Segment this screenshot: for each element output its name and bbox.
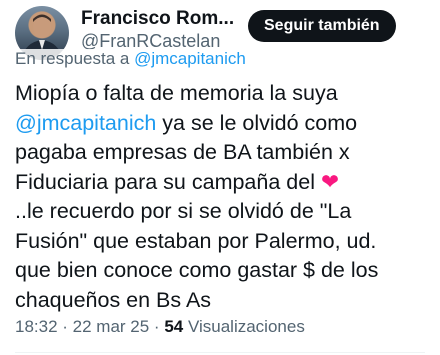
tweet-text-segment: ya se le olvidó como bbox=[156, 110, 358, 135]
mention-link[interactable]: @jmcapitanich bbox=[15, 111, 156, 135]
tweet-line: que bien conoce como gastar $ de los bbox=[15, 258, 379, 282]
tweet-line: ..le recuerdo por si se olvidó de "La bbox=[15, 199, 352, 223]
tweet-line: pagaba empresas de BA también x bbox=[15, 140, 350, 164]
divider bbox=[15, 352, 425, 353]
meta-separator: · bbox=[149, 317, 165, 336]
views-label: Visualizaciones bbox=[183, 317, 305, 336]
tweet-line: chaqueños en Bs As bbox=[15, 287, 212, 312]
meta-separator: · bbox=[57, 317, 73, 336]
tweet-date[interactable]: 22 mar 25 bbox=[73, 317, 150, 336]
tweet-time[interactable]: 18:32 bbox=[15, 317, 58, 336]
tweet-line: Miopía o falta de memoria la suya bbox=[15, 81, 338, 105]
tweet-line: @jmcapitanich ya se le olvidó como bbox=[15, 109, 427, 139]
follow-button[interactable]: Seguir también bbox=[248, 10, 396, 42]
heart-icon: ❤ bbox=[320, 169, 339, 194]
reply-mention-link[interactable]: @jmcapitanich bbox=[134, 49, 246, 68]
tweet-text-segment: Fiduciaria para su campaña del bbox=[15, 169, 321, 194]
tweet-meta: 18:32 · 22 mar 25 · 54 Visualizaciones bbox=[15, 317, 305, 337]
views-count[interactable]: 54 bbox=[164, 317, 183, 336]
reply-prefix: En respuesta a bbox=[15, 49, 135, 68]
tweet-line: Fiduciaria para su campaña del ❤ bbox=[15, 168, 427, 198]
author-name[interactable]: Francisco Rom... bbox=[81, 8, 234, 30]
reply-context: En respuesta a @jmcapitanich bbox=[15, 49, 246, 69]
tweet-text: Miopía o falta de memoria la suya @jmcap… bbox=[15, 79, 427, 315]
tweet-line: Fusión" que estaban por Palermo, ud. bbox=[15, 228, 377, 253]
